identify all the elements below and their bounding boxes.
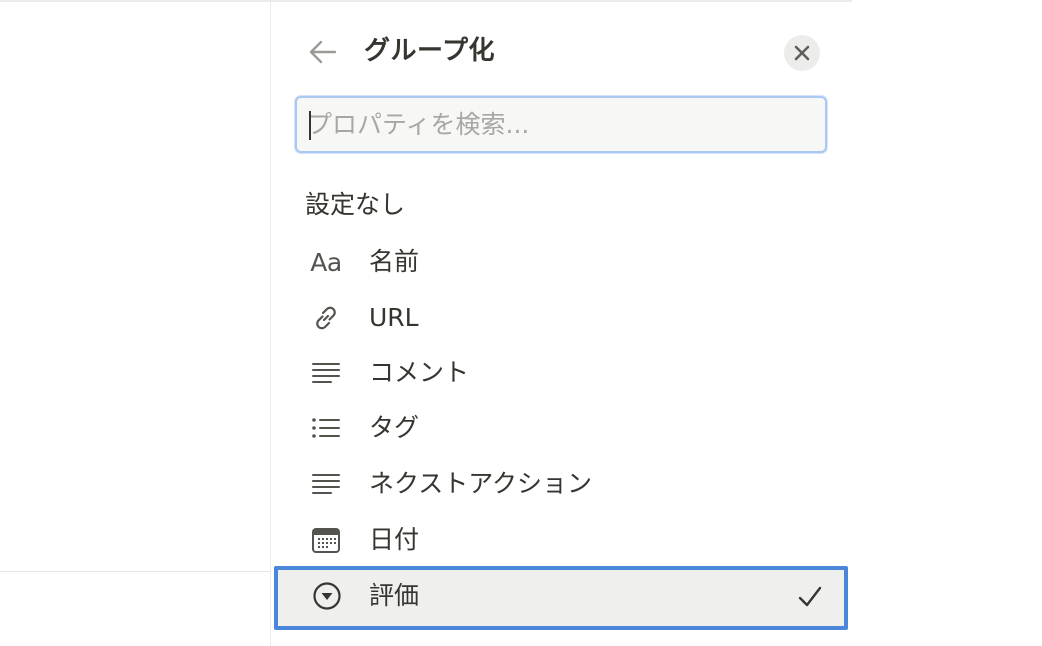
select-dropdown-icon (311, 581, 343, 611)
check-icon (796, 583, 824, 611)
property-label: 名前 (369, 247, 420, 276)
property-search-input[interactable] (307, 98, 807, 151)
close-button[interactable] (784, 35, 820, 71)
back-arrow-icon[interactable] (308, 38, 338, 66)
property-item-name[interactable]: Aa 名前 (278, 235, 842, 289)
text-aa-icon: Aa (310, 247, 342, 277)
lines-icon (310, 358, 342, 388)
property-label: タグ (369, 413, 420, 442)
link-icon (310, 303, 342, 333)
bullet-list-icon (310, 413, 342, 443)
panel-title: グループ化 (364, 36, 495, 66)
page-background (0, 2, 270, 646)
calendar-icon (310, 525, 342, 555)
property-item-rating[interactable]: 評価 (274, 566, 848, 630)
property-item-date[interactable]: 日付 (278, 513, 842, 567)
property-label: コメント (369, 358, 470, 387)
no-grouping-option[interactable]: 設定なし (305, 186, 405, 224)
property-item-comment[interactable]: コメント (278, 346, 842, 400)
property-label: 評価 (369, 581, 420, 610)
property-item-tag[interactable]: タグ (278, 401, 842, 455)
property-search-box[interactable] (295, 96, 827, 153)
property-label: ネクストアクション (369, 469, 593, 498)
text-caret (309, 111, 311, 140)
close-icon (794, 45, 810, 61)
left-divider (0, 571, 270, 572)
property-label: 日付 (369, 525, 420, 554)
property-item-url[interactable]: URL (278, 291, 842, 345)
property-label: URL (369, 303, 419, 332)
lines-icon (310, 469, 342, 499)
property-item-next-action[interactable]: ネクストアクション (278, 457, 842, 511)
